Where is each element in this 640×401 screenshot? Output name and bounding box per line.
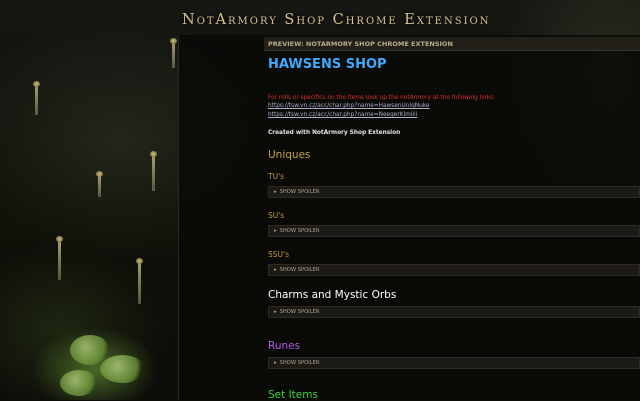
show-spoiler-button-su[interactable]: ▸ SHOW SPOILER [268, 225, 640, 237]
torch-decoration [136, 258, 143, 304]
armory-link-1[interactable]: https://tsw.vn.cz/acc/char.php?name=Haws… [268, 103, 430, 109]
triangle-right-icon: ▸ [274, 228, 277, 234]
show-spoiler-button-runes[interactable]: ▸ SHOW SPOILER [268, 357, 640, 369]
torch-decoration [150, 151, 157, 191]
triangle-right-icon: ▸ [274, 360, 277, 366]
torch-decoration [170, 38, 177, 68]
triangle-right-icon: ▸ [274, 189, 277, 195]
created-with-text: Created with NotArmory Shop Extension [268, 130, 401, 136]
spoiler-label: SHOW SPOILER [279, 267, 320, 273]
show-spoiler-button-tu[interactable]: ▸ SHOW SPOILER [268, 186, 640, 198]
foliage-decoration [100, 355, 145, 383]
section-uniques-title: Uniques [268, 149, 311, 161]
subsection-ssu-title: SSU's [268, 250, 289, 259]
spoiler-label: SHOW SPOILER [279, 309, 320, 315]
extension-title: NotArmory Shop Chrome Extension [182, 12, 491, 28]
spoiler-label: SHOW SPOILER [279, 360, 320, 366]
foliage-decoration [60, 370, 98, 396]
shop-preview-panel [178, 35, 640, 400]
shop-title: HAWSENS SHOP [268, 57, 387, 72]
triangle-right-icon: ▸ [274, 309, 277, 315]
subsection-su-title: SU's [268, 211, 285, 220]
preview-bar: PREVIEW: NOTARMORY SHOP CHROME EXTENSION [264, 37, 640, 51]
armory-link-2[interactable]: https://tsw.vn.cz/acc/char.php?name=Neeg… [268, 112, 417, 118]
show-spoiler-button-ssu[interactable]: ▸ SHOW SPOILER [268, 264, 640, 276]
show-spoiler-button-charms[interactable]: ▸ SHOW SPOILER [268, 306, 640, 318]
spoiler-label: SHOW SPOILER [279, 228, 320, 234]
section-runes-title: Runes [268, 340, 301, 352]
torch-decoration [33, 81, 40, 115]
section-charms-title: Charms and Mystic Orbs [268, 289, 397, 301]
spoiler-label: SHOW SPOILER [279, 189, 320, 195]
subsection-tu-title: TU's [268, 172, 285, 181]
torch-decoration [56, 236, 63, 280]
section-set-items-title: Set Items [268, 389, 318, 401]
triangle-right-icon: ▸ [274, 267, 277, 273]
torch-decoration [96, 171, 103, 197]
shop-intro-text: For rolls or specifics on the items look… [268, 95, 495, 101]
